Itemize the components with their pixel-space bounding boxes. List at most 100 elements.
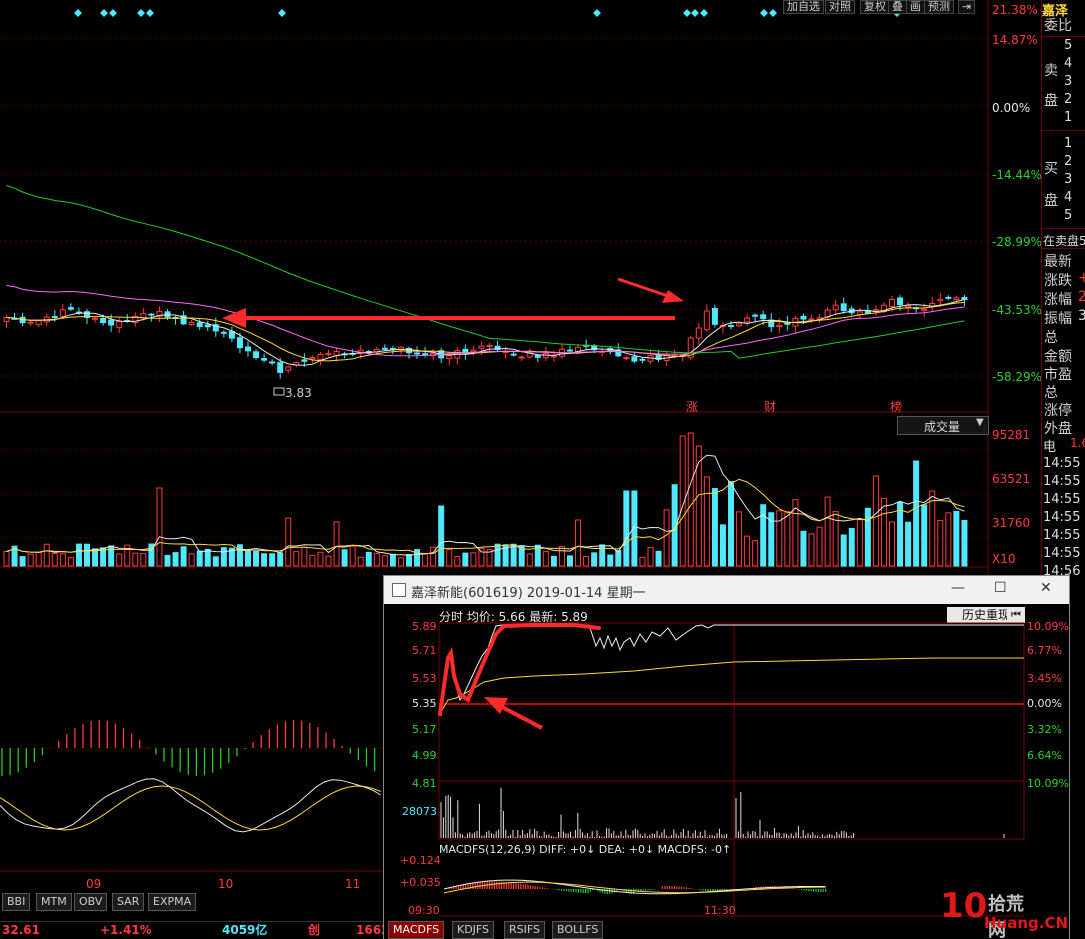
volume-bar bbox=[591, 552, 598, 567]
candle-body bbox=[269, 361, 276, 364]
candle-body bbox=[945, 296, 952, 299]
candle-body bbox=[510, 353, 517, 356]
tab-rsifs[interactable]: RSIFS bbox=[504, 921, 545, 939]
volume-indicator-select[interactable]: 成交量 ▼ bbox=[897, 416, 989, 435]
volume-bar bbox=[422, 553, 429, 567]
toolbar-tab[interactable]: 加自选 bbox=[783, 0, 824, 14]
quote-field: 市盈 bbox=[1044, 367, 1072, 383]
volume-bar bbox=[961, 519, 968, 567]
toolbar-tab[interactable]: 对照 bbox=[825, 0, 855, 14]
candle-body bbox=[309, 357, 316, 360]
volume-bar bbox=[333, 521, 340, 567]
intraday-popup-window[interactable]: 嘉泽新能(601619) 2019-01-14 星期一 — ☐ ✕ 分时 均价:… bbox=[383, 575, 1070, 939]
info-diamond-icon bbox=[691, 9, 699, 17]
volume-bar bbox=[381, 555, 388, 567]
indicator-tab-sar[interactable]: SAR bbox=[112, 893, 145, 911]
toolbar-tab[interactable]: 画 bbox=[906, 0, 925, 14]
volume-bar bbox=[397, 557, 404, 567]
volume-bar bbox=[945, 512, 952, 567]
candle-body bbox=[478, 345, 485, 349]
quote-field: 振幅 bbox=[1044, 311, 1072, 327]
buy-level: 4 bbox=[1064, 190, 1073, 205]
volume-bar bbox=[19, 556, 26, 567]
tick-time: 14:55 bbox=[1043, 528, 1081, 543]
candle-body bbox=[703, 310, 710, 331]
event-tag-cai[interactable]: 财 bbox=[764, 398, 776, 415]
indicator-histogram bbox=[1, 720, 376, 776]
volume-scale-label: X10 bbox=[992, 552, 1016, 566]
volume-bar bbox=[510, 543, 517, 567]
volume-bar bbox=[607, 554, 614, 567]
toolbar-tab[interactable]: 叠 bbox=[888, 0, 907, 14]
volume-bar bbox=[550, 555, 557, 567]
event-tag-zhang[interactable]: 涨 bbox=[686, 398, 698, 415]
time-axis-label: 09 bbox=[86, 877, 102, 891]
volume-bar bbox=[365, 551, 372, 567]
volume-bar bbox=[695, 445, 702, 567]
volume-bar bbox=[848, 527, 855, 567]
tick-time: 14:55 bbox=[1043, 510, 1081, 525]
intraday-frame bbox=[438, 622, 1025, 840]
candle-body bbox=[961, 296, 968, 300]
quote-field: 涨跌 bbox=[1044, 273, 1072, 289]
intraday-pct-label: 3.45% bbox=[1027, 672, 1062, 685]
indicator-tab-bbi[interactable]: BBI bbox=[2, 893, 31, 911]
volume-bar bbox=[711, 488, 718, 567]
info-diamond-icon bbox=[74, 9, 82, 17]
status-bar bbox=[0, 921, 383, 939]
annotation-arrow-line bbox=[499, 704, 543, 730]
kline-pct-label: 21.38% bbox=[992, 3, 1038, 17]
indicator-tab-expma[interactable]: EXPMA bbox=[148, 893, 197, 911]
volume-bar bbox=[140, 553, 147, 567]
volume-scale-label: 63521 bbox=[992, 472, 1031, 486]
tab-bollfs[interactable]: BOLLFS bbox=[552, 921, 604, 939]
volume-bar bbox=[261, 553, 268, 567]
candle-body bbox=[711, 307, 718, 325]
info-diamond-icon bbox=[278, 9, 286, 17]
intraday-chart[interactable] bbox=[384, 576, 1069, 939]
toolbar-tab[interactable]: 复权 bbox=[860, 0, 890, 14]
volume-bar bbox=[808, 533, 815, 567]
candle-body bbox=[27, 321, 34, 324]
volume-bar bbox=[293, 551, 300, 567]
indicator-tab-obv[interactable]: OBV bbox=[74, 893, 108, 911]
candle-body bbox=[188, 322, 195, 326]
candle-body bbox=[51, 316, 58, 319]
sell-level: 5 bbox=[1064, 38, 1073, 53]
toolbar-tab[interactable]: 预测 bbox=[924, 0, 954, 14]
volume-bar bbox=[253, 550, 260, 567]
candle-body bbox=[800, 315, 807, 320]
candle-body bbox=[752, 314, 759, 317]
tab-kdjfs[interactable]: KDJFS bbox=[452, 921, 495, 939]
volume-bar bbox=[285, 517, 292, 567]
candle-body bbox=[760, 314, 767, 320]
volume-bar bbox=[349, 545, 356, 567]
toolbar-expand-icon[interactable]: ⇥ bbox=[958, 0, 976, 14]
intraday-price-label: 5.71 bbox=[412, 644, 437, 657]
volume-bar bbox=[719, 524, 726, 567]
candle-body bbox=[736, 323, 743, 327]
volume-bar bbox=[317, 551, 324, 567]
volume-bar bbox=[269, 553, 276, 567]
candle-body bbox=[550, 355, 557, 358]
volume-bar bbox=[59, 553, 66, 567]
candle-body bbox=[196, 322, 203, 328]
indicator-tab-mtm[interactable]: MTM bbox=[36, 893, 72, 911]
volume-bar bbox=[687, 432, 694, 567]
volume-bar bbox=[406, 553, 412, 567]
buy-level: 1 bbox=[1064, 136, 1073, 151]
candle-body bbox=[728, 325, 734, 328]
volume-bar bbox=[840, 534, 847, 567]
tab-macdfs[interactable]: MACDFS bbox=[388, 921, 445, 939]
board-label: 创 bbox=[308, 923, 321, 937]
volume-bar bbox=[478, 547, 485, 567]
tick-time: 14:55 bbox=[1043, 456, 1081, 471]
volume-bar bbox=[84, 543, 90, 567]
volume-bar bbox=[438, 505, 445, 567]
candle-body bbox=[148, 313, 155, 316]
volume-bar bbox=[639, 556, 646, 567]
info-diamond-icon bbox=[109, 9, 117, 17]
volume-bar bbox=[341, 549, 348, 567]
event-tag-bang[interactable]: 榜 bbox=[890, 398, 902, 415]
volume-bar bbox=[728, 481, 734, 567]
